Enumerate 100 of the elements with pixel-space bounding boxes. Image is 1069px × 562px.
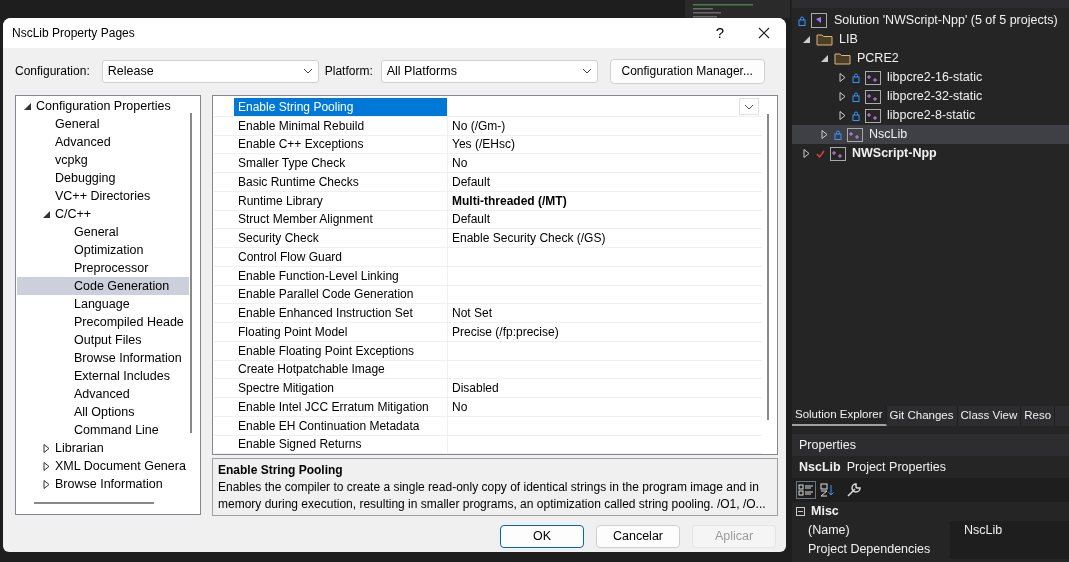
panel-tab[interactable]: Git Changes xyxy=(886,406,958,426)
chevron-down-icon xyxy=(302,68,313,74)
project-icon xyxy=(830,146,846,161)
tree-item[interactable]: NWScript-Npp xyxy=(792,144,1069,163)
property-value: Enable Security Check (/GS) xyxy=(452,230,606,248)
property-name[interactable]: Create Hotpatchable Image xyxy=(234,360,448,379)
configuration-dropdown[interactable]: Release xyxy=(101,59,319,83)
tree-item[interactable]: Code Generation xyxy=(17,277,189,295)
property-name[interactable]: Enable Parallel Code Generation xyxy=(234,285,448,304)
property-value: No (/Gm-) xyxy=(452,117,506,135)
lock-icon xyxy=(834,129,842,140)
dialog-button[interactable]: Cancelar xyxy=(596,525,680,548)
field-label: Configuration: xyxy=(15,63,90,80)
tree-item[interactable]: libpcre2-16-static xyxy=(792,68,1069,87)
property-value: Disabled xyxy=(452,380,499,398)
wrench-icon xyxy=(846,482,862,498)
tree-item[interactable]: Browse Information xyxy=(17,349,189,367)
expanded-arrow-icon xyxy=(24,102,31,110)
panel-tab[interactable]: Class View xyxy=(957,406,1022,426)
property-value: No xyxy=(452,398,468,416)
tree-item[interactable]: Optimization xyxy=(17,241,189,259)
property-name[interactable]: Runtime Library xyxy=(234,191,448,210)
tree-item[interactable]: General xyxy=(17,223,189,241)
help-button[interactable]: ? xyxy=(698,18,742,48)
property-value: Not Set xyxy=(452,305,493,323)
panel-tab[interactable]: Reso xyxy=(1021,406,1056,426)
categorized-icon xyxy=(797,482,815,498)
tree-item[interactable]: Preprocessor xyxy=(17,259,189,277)
property-name[interactable]: Floating Point Model xyxy=(234,323,448,341)
tree-item[interactable]: All Options xyxy=(17,403,189,421)
property-name[interactable]: Control Flow Guard xyxy=(234,248,448,266)
lock-icon xyxy=(852,72,860,83)
configuration-manager-button[interactable]: Configuration Manager... xyxy=(609,58,765,84)
tree-item[interactable]: C/C++ xyxy=(17,205,189,223)
project-icon xyxy=(865,70,881,85)
tree-item[interactable]: Output Files xyxy=(17,331,189,349)
check-icon xyxy=(816,149,825,158)
property-name[interactable]: Enable Minimal Rebuild xyxy=(234,116,448,135)
tree-item[interactable]: libpcre2-8-static xyxy=(792,106,1069,125)
collapsed-arrow-icon xyxy=(821,130,828,139)
property-name[interactable]: Smaller Type Check xyxy=(234,154,448,172)
tree-item[interactable]: General xyxy=(17,115,189,133)
tree-item[interactable]: Precompiled Heade xyxy=(17,313,189,331)
chevron-down-icon xyxy=(581,68,592,74)
tree-item[interactable]: Debugging xyxy=(17,169,189,187)
sort-alphabetical-button[interactable] xyxy=(820,482,836,498)
property-name[interactable]: Enable String Pooling xyxy=(234,98,448,116)
window-title: NscLib Property Pages xyxy=(12,25,136,42)
expanded-arrow-icon xyxy=(821,55,828,62)
dialog-button[interactable]: OK xyxy=(500,525,584,548)
close-icon xyxy=(758,27,770,39)
project-icon xyxy=(865,89,881,104)
object-name: NscLib xyxy=(799,458,841,476)
property-name[interactable]: Enable Signed Returns xyxy=(234,435,448,454)
folder-icon xyxy=(816,33,833,46)
property-name[interactable]: Enable C++ Exceptions xyxy=(234,135,448,154)
tree-item[interactable]: Configuration Properties xyxy=(17,97,189,115)
tree-item[interactable]: Command Line xyxy=(17,421,189,439)
property-value: NscLib xyxy=(950,521,1069,540)
categorized-button[interactable] xyxy=(796,481,816,499)
folder-icon xyxy=(834,52,851,65)
lock-icon xyxy=(798,15,806,26)
property-name[interactable]: Enable Enhanced Instruction Set xyxy=(234,304,448,322)
tree-item[interactable]: LIB xyxy=(792,30,1069,49)
tree-item[interactable]: vcpkg xyxy=(17,151,189,169)
tree-item[interactable]: Librarian xyxy=(17,439,189,457)
property-value: Precise (/fp:precise) xyxy=(452,323,559,341)
tree-item[interactable]: Solution 'NWScript-Npp' (5 of 5 projects) xyxy=(792,11,1069,30)
tree-item[interactable]: libpcre2-32-static xyxy=(792,87,1069,106)
property-name[interactable]: Basic Runtime Checks xyxy=(234,173,448,191)
property-name[interactable]: Enable Floating Point Exceptions xyxy=(234,341,448,360)
tree-item[interactable]: PCRE2 xyxy=(792,49,1069,68)
panel-tab[interactable]: Solution Explorer xyxy=(792,406,887,426)
tree-item[interactable]: XML Document Genera xyxy=(17,457,189,475)
lock-icon xyxy=(852,110,860,121)
property-pages-button[interactable] xyxy=(846,482,862,498)
solution-icon xyxy=(811,13,828,28)
dropdown-button[interactable] xyxy=(739,98,759,116)
property-name[interactable]: Spectre Mitigation xyxy=(234,379,448,397)
dropdown-value: All Platforms xyxy=(386,62,457,80)
panel-title: Properties xyxy=(792,434,1069,456)
platform-dropdown[interactable]: All Platforms xyxy=(380,59,598,83)
tree-item[interactable]: Advanced xyxy=(17,385,189,403)
property-name[interactable]: Security Check xyxy=(234,229,448,247)
property-name[interactable]: Enable Intel JCC Erratum Mitigation xyxy=(234,398,448,416)
property-name[interactable]: Struct Member Alignment xyxy=(234,210,448,229)
object-type: Project Properties xyxy=(846,458,947,476)
collapsed-arrow-icon xyxy=(839,111,846,120)
property-value: Multi-threaded (/MT) xyxy=(452,192,567,210)
tree-item[interactable]: NscLib xyxy=(792,125,1069,144)
property-value: No xyxy=(452,155,468,173)
tree-item[interactable]: External Includes xyxy=(17,367,189,385)
category-name: Misc xyxy=(811,503,839,521)
description-title: Enable String Pooling xyxy=(218,462,344,479)
tree-item[interactable]: VC++ Directories xyxy=(17,187,189,205)
property-name[interactable]: Enable Function-Level Linking xyxy=(234,266,448,285)
tree-item[interactable]: Browse Information xyxy=(17,475,189,493)
property-name[interactable]: Enable EH Continuation Metadata xyxy=(234,416,448,435)
tree-item[interactable]: Advanced xyxy=(17,133,189,151)
tree-item[interactable]: Language xyxy=(17,295,189,313)
